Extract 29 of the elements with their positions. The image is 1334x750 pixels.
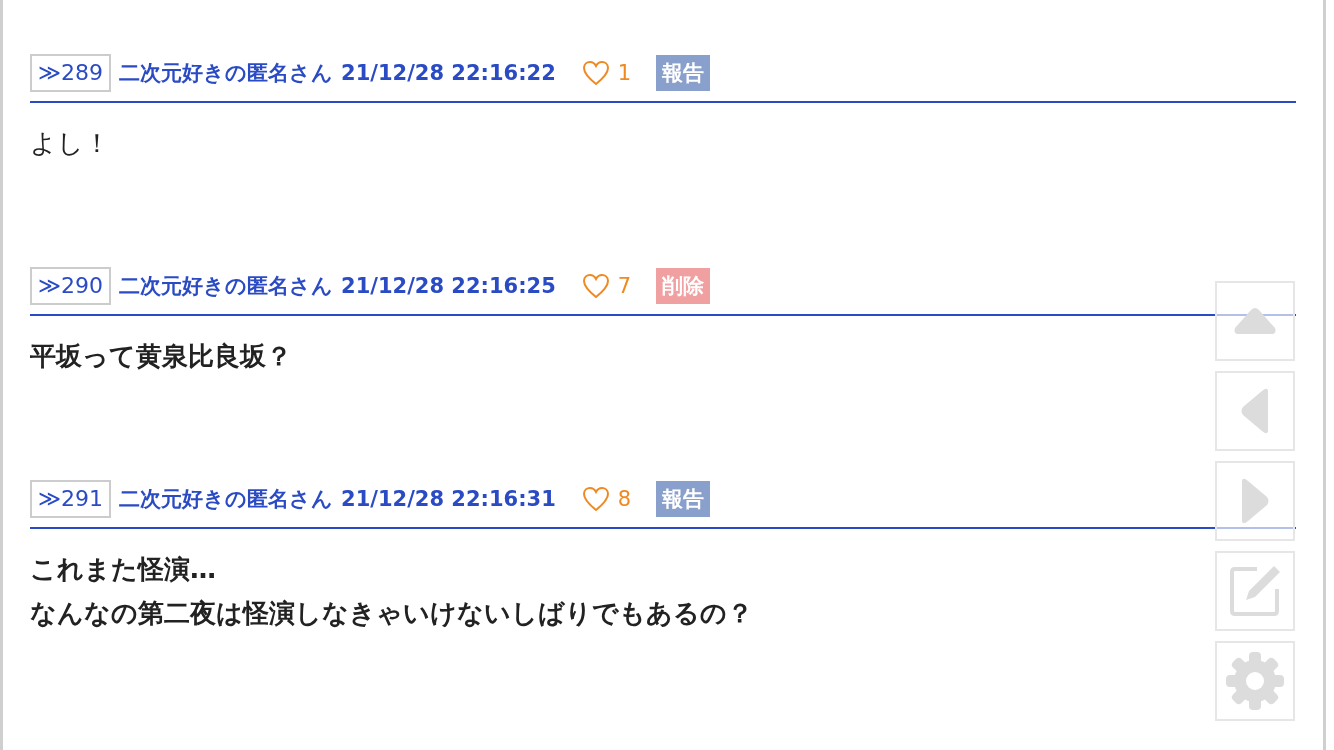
like-count: 7	[617, 274, 633, 298]
heart-icon[interactable]	[581, 486, 610, 512]
scroll-top-button[interactable]	[1215, 281, 1295, 361]
post-text: これまた怪演…	[30, 553, 216, 586]
edit-icon	[1227, 563, 1283, 619]
author-name: 二次元好きの匿名さん	[119, 60, 334, 87]
settings-icon	[1225, 651, 1285, 711]
heart-icon[interactable]	[581, 273, 610, 299]
right-arrow-icon	[1240, 478, 1270, 524]
author-name: 二次元好きの匿名さん	[119, 486, 334, 513]
post-text: 平坂って黄泉比良坂？	[30, 340, 292, 373]
like-count: 8	[617, 487, 633, 511]
previous-button[interactable]	[1215, 371, 1295, 451]
post-date: 21/12/28 22:16:25	[341, 274, 556, 298]
up-arrow-icon	[1233, 307, 1277, 335]
post-text: なんなの第二夜は怪演しなきゃいけないしばりでもあるの？	[30, 597, 753, 630]
reply-number-link[interactable]: ≫290	[30, 267, 112, 305]
reply-number-link[interactable]: ≫291	[30, 480, 112, 518]
post-date: 21/12/28 22:16:31	[341, 487, 556, 511]
left-arrow-icon	[1240, 388, 1270, 434]
next-button[interactable]	[1215, 461, 1295, 541]
author-name: 二次元好きの匿名さん	[119, 273, 334, 300]
reply-number-link[interactable]: ≫289	[30, 54, 112, 92]
like-count: 1	[617, 61, 633, 85]
post-date: 21/12/28 22:16:22	[341, 61, 556, 85]
post-text: よし！	[30, 127, 110, 160]
settings-button[interactable]	[1215, 641, 1295, 721]
heart-icon[interactable]	[581, 60, 610, 86]
write-button[interactable]	[1215, 551, 1295, 631]
